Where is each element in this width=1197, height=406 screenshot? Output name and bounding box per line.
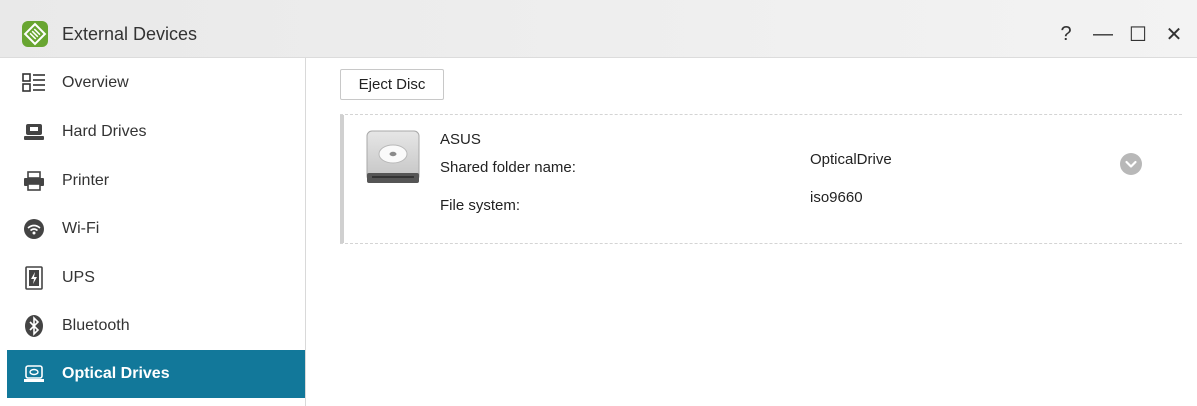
sidebar-item-ups[interactable]: UPS [7, 254, 305, 302]
device-name: ASUS [440, 131, 481, 148]
help-button[interactable]: ? [1054, 22, 1078, 46]
sidebar-item-label: Wi-Fi [62, 220, 100, 237]
window-title: External Devices [62, 24, 198, 44]
chevron-down-icon [1125, 160, 1137, 168]
sidebar-item-overview[interactable]: Overview [7, 59, 305, 107]
file-system-value: iso9660 [810, 189, 863, 206]
sidebar-item-label: UPS [62, 269, 95, 286]
close-button[interactable]: ✕ [1162, 22, 1186, 46]
card-accent-bar [340, 115, 344, 243]
shared-folder-label: Shared folder name: [440, 159, 576, 176]
title-bar: External Devices ? — ☐ ✕ [0, 0, 1197, 58]
app-logo-icon [22, 21, 48, 47]
main-panel: Eject Disc ASUS Shared folder name: Opti… [306, 58, 1197, 406]
sidebar-item-printer[interactable]: Printer [7, 157, 305, 205]
sidebar-item-label: Overview [62, 74, 129, 91]
sidebar-item-wifi[interactable]: Wi-Fi [7, 205, 305, 253]
sidebar-item-optical-drives[interactable]: Optical Drives [7, 350, 305, 398]
device-card: ASUS Shared folder name: OpticalDrive Fi… [340, 114, 1182, 244]
sidebar-item-label: Optical Drives [62, 365, 170, 382]
maximize-button[interactable]: ☐ [1126, 22, 1150, 46]
sidebar-item-label: Hard Drives [62, 123, 147, 140]
file-system-label: File system: [440, 197, 521, 214]
printer-icon [22, 169, 46, 193]
shared-folder-value: OpticalDrive [810, 151, 892, 168]
sidebar: Overview Hard Drives Printer Wi-Fi UPS B… [0, 58, 306, 406]
eject-disc-button[interactable]: Eject Disc [340, 69, 444, 100]
sidebar-item-hard-drives[interactable]: Hard Drives [7, 108, 305, 156]
optical-drive-icon [22, 362, 46, 386]
expand-button[interactable] [1120, 153, 1142, 175]
sidebar-item-label: Bluetooth [62, 317, 130, 334]
wifi-icon [22, 217, 46, 241]
hard-drive-icon [22, 120, 46, 144]
ups-icon [22, 266, 46, 290]
overview-icon [22, 71, 46, 95]
sidebar-item-bluetooth[interactable]: Bluetooth [7, 302, 305, 350]
sidebar-item-label: Printer [62, 172, 110, 189]
optical-disc-drive-icon [366, 129, 420, 194]
bluetooth-icon [22, 314, 46, 338]
minimize-button[interactable]: — [1091, 22, 1115, 46]
